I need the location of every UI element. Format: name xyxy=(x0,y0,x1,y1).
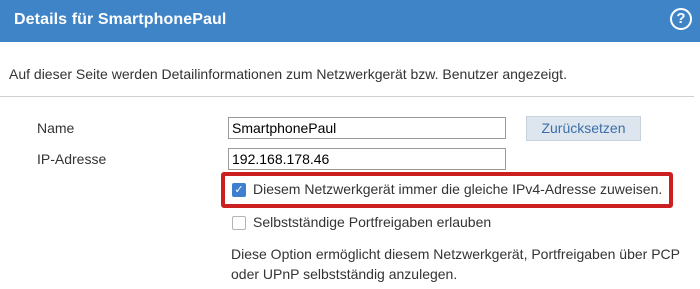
dialog-header: Details für SmartphonePaul ? xyxy=(0,0,700,42)
intro-text: Auf dieser Seite werden Detailinformatio… xyxy=(9,66,567,82)
name-label: Name xyxy=(37,120,75,136)
ip-address-label: IP-Adresse xyxy=(37,151,107,167)
checkmark-icon: ✓ xyxy=(234,184,244,196)
name-input[interactable] xyxy=(228,117,506,139)
port-forwarding-label[interactable]: Selbstständige Portfreigaben erlauben xyxy=(253,214,491,230)
ip-address-input[interactable] xyxy=(228,148,506,170)
same-ipv4-checkbox[interactable]: ✓ xyxy=(232,183,246,197)
same-ipv4-label[interactable]: Diesem Netzwerkgerät immer die gleiche I… xyxy=(253,181,662,197)
divider xyxy=(0,96,694,97)
port-forwarding-description: Diese Option ermöglicht diesem Netzwerkg… xyxy=(231,246,680,282)
reset-button[interactable]: Zurücksetzen xyxy=(526,116,641,141)
help-icon[interactable]: ? xyxy=(670,8,692,30)
port-forwarding-checkbox[interactable] xyxy=(232,216,246,230)
dialog-title: Details für SmartphonePaul xyxy=(14,11,227,28)
